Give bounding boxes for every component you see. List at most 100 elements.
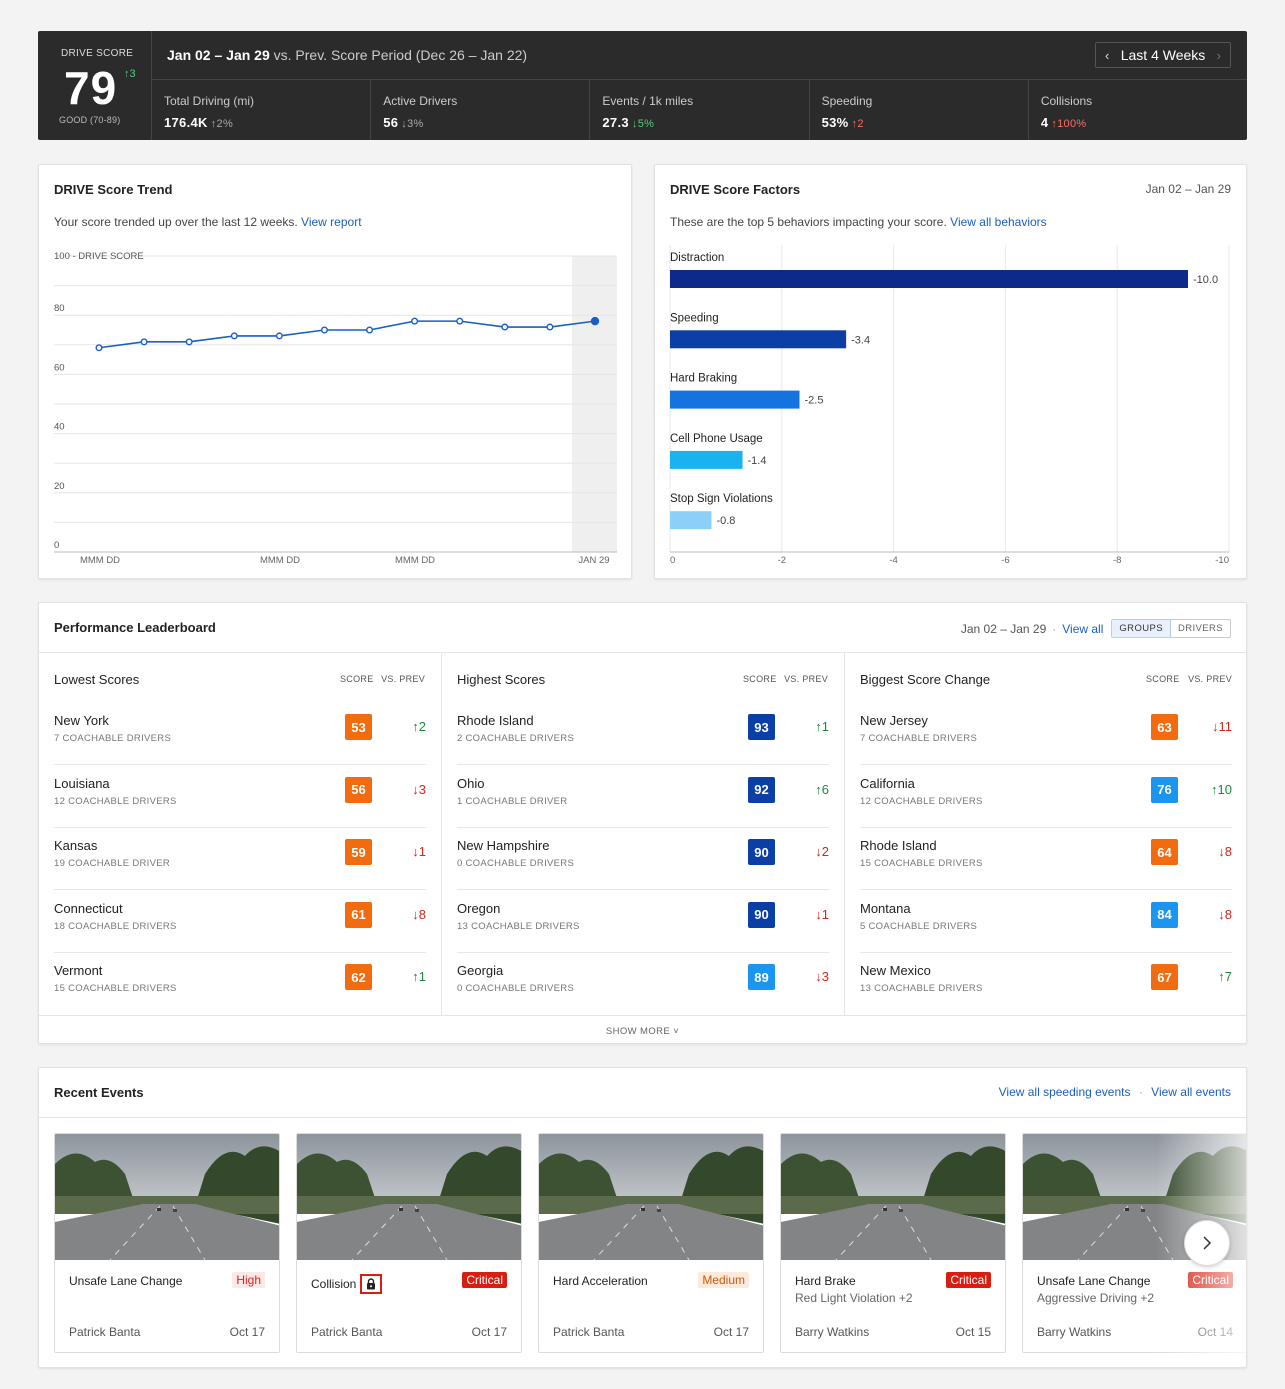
view-speeding-events-link[interactable]: View all speeding events: [999, 1085, 1131, 1099]
driver-name[interactable]: Barry Watkins: [1037, 1325, 1111, 1339]
metric-1: Active Drivers 56 ↓3%: [371, 80, 591, 140]
leaderboard-row[interactable]: New Mexico 13 COACHABLE DRIVERS 67 ↑7: [860, 953, 1232, 1015]
factor-bar[interactable]: [670, 390, 800, 409]
chevron-right-icon[interactable]: ›: [1217, 48, 1221, 63]
trend-point[interactable]: [501, 323, 509, 331]
leaderboard-row[interactable]: Oregon 13 COACHABLE DRIVERS 90 ↓1: [457, 891, 829, 953]
driver-name[interactable]: Patrick Banta: [311, 1325, 382, 1339]
carousel-next-button[interactable]: [1184, 1220, 1230, 1266]
leaderboard-row[interactable]: New Hampshire 0 COACHABLE DRIVERS 90 ↓2: [457, 828, 829, 890]
driver-name[interactable]: Barry Watkins: [795, 1325, 869, 1339]
event-card[interactable]: Unsafe Lane Change High Patrick Banta Oct 1…: [54, 1133, 280, 1353]
metric-value: 176.4K: [164, 115, 208, 130]
event-card[interactable]: Hard Brake Red Light Violation +2 Critical…: [780, 1133, 1006, 1353]
x-tick-label: MMM DD: [395, 555, 435, 566]
score-trend-card: DRIVE Score Trend Your score trended up …: [38, 164, 632, 579]
severity-badge: High: [232, 1272, 265, 1288]
coachable-drivers-count: 15 COACHABLE DRIVERS: [54, 983, 177, 994]
trend-point[interactable]: [456, 317, 464, 325]
factor-label: Speeding: [670, 312, 719, 324]
leaderboard-row[interactable]: Kansas 19 COACHABLE DRIVER 59 ↓1: [54, 828, 426, 890]
event-video-thumbnail[interactable]: [539, 1134, 763, 1261]
leaderboard-title: Performance Leaderboard: [54, 620, 216, 635]
driver-name[interactable]: Patrick Banta: [69, 1325, 140, 1339]
factor-value-label: -0.8: [716, 515, 735, 527]
score-badge: 67: [1151, 964, 1178, 990]
trend-point[interactable]: [546, 323, 554, 331]
trend-point[interactable]: [411, 317, 419, 325]
factor-bar[interactable]: [670, 330, 847, 349]
event-video-thumbnail[interactable]: [55, 1134, 279, 1261]
factor-bar[interactable]: [670, 511, 712, 530]
driver-name[interactable]: Patrick Banta: [553, 1325, 624, 1339]
leaderboard-row[interactable]: Montana 5 COACHABLE DRIVERS 84 ↓8: [860, 891, 1232, 953]
leaderboard-row[interactable]: Louisiana 12 COACHABLE DRIVERS 56 ↓3: [54, 766, 426, 828]
y-tick-label: 20: [54, 481, 65, 492]
metric-delta: ↑2: [851, 118, 864, 130]
events-title: Recent Events: [54, 1085, 144, 1100]
event-thumbnail: [55, 1134, 279, 1261]
leaderboard-row[interactable]: Ohio 1 COACHABLE DRIVER 92 ↑6: [457, 766, 829, 828]
trend-point[interactable]: [140, 338, 148, 346]
coachable-drivers-count: 7 COACHABLE DRIVERS: [860, 733, 978, 744]
x-tick-label: -8: [1113, 555, 1121, 566]
chevron-left-icon[interactable]: ‹: [1105, 48, 1109, 63]
leaderboard-row[interactable]: Georgia 0 COACHABLE DRIVERS 89 ↓3: [457, 953, 829, 1015]
group-name: Connecticut: [54, 900, 123, 916]
drive-score-range: GOOD (70-89): [59, 115, 121, 125]
groups-toggle-button[interactable]: GROUPS: [1112, 620, 1171, 637]
event-type: Collision: [311, 1274, 383, 1294]
metric-3: Speeding 53% ↑2: [810, 80, 1029, 140]
event-thumbnail: [539, 1134, 763, 1261]
metric-value-row: 56 ↓3%: [383, 115, 589, 130]
severity-badge: Medium: [698, 1272, 749, 1288]
show-more-button[interactable]: SHOW MORE ˅: [39, 1015, 1246, 1045]
event-video-thumbnail[interactable]: [297, 1134, 521, 1261]
trend-point[interactable]: [230, 332, 238, 340]
trend-point[interactable]: [320, 326, 328, 334]
factor-bar[interactable]: [670, 450, 743, 469]
factor-bar[interactable]: [670, 270, 1188, 288]
x-tick-label: -6: [1001, 555, 1009, 566]
drivers-toggle-button[interactable]: DRIVERS: [1171, 620, 1230, 637]
score-delta: ↑7: [1218, 969, 1232, 984]
factor-label: Distraction: [670, 252, 724, 264]
coachable-drivers-count: 13 COACHABLE DRIVERS: [860, 983, 983, 994]
trend-point[interactable]: [185, 338, 193, 346]
vs-prev-column-header: VS. PREV: [1188, 674, 1232, 684]
trend-point[interactable]: [275, 332, 283, 340]
date-range-selector[interactable]: ‹ Last 4 Weeks ›: [1095, 42, 1231, 68]
score-badge: 53: [345, 714, 372, 740]
leaderboard-row[interactable]: Rhode Island 2 COACHABLE DRIVERS 93 ↑1: [457, 703, 829, 765]
leaderboard-row[interactable]: Rhode Island 15 COACHABLE DRIVERS 64 ↓8: [860, 828, 1232, 890]
drive-score-label: DRIVE SCORE: [61, 48, 134, 59]
score-trend-chart: 0 20 40 60 80 100 - DRIVE SCORE MMM DD MMM DD MM…: [54, 251, 617, 566]
leaderboard-view-all-link[interactable]: View all: [1062, 622, 1103, 636]
coachable-drivers-count: 0 COACHABLE DRIVERS: [457, 858, 575, 869]
leaderboard-date: Jan 02 – Jan 29: [960, 621, 1047, 636]
leaderboard-row[interactable]: California 12 COACHABLE DRIVERS 76 ↑10: [860, 766, 1232, 828]
trend-point[interactable]: [366, 326, 374, 334]
leaderboard-column: Highest Scores SCORE VS. PREV Rhode Island 2…: [442, 653, 845, 1015]
event-type-label: Unsafe Lane Change: [69, 1274, 183, 1288]
factor-value-label: -10.0: [1193, 274, 1218, 286]
event-video-thumbnail[interactable]: [781, 1134, 1005, 1261]
event-card[interactable]: Hard Acceleration Medium Patrick Banta Oct …: [538, 1133, 764, 1353]
leaderboard-row[interactable]: Connecticut 18 COACHABLE DRIVERS 61 ↓8: [54, 891, 426, 953]
event-card[interactable]: Collision Critical Patrick Banta Oct 17: [296, 1133, 522, 1353]
group-name: Rhode Island: [860, 838, 937, 853]
leaderboard-row[interactable]: New York 7 COACHABLE DRIVERS 53 ↑2: [54, 703, 426, 765]
view-all-events-link[interactable]: View all events: [1151, 1085, 1231, 1099]
drive-score-value: 79: [64, 62, 118, 114]
leaderboard-row[interactable]: Vermont 15 COACHABLE DRIVERS 62 ↑1: [54, 953, 426, 1015]
score-badge: 89: [748, 964, 775, 990]
score-factors-chart: 0 -2 -4 -6 -8 -10 Distraction -10.0 Speeding -3.4…: [669, 245, 1230, 566]
trend-point[interactable]: [590, 316, 600, 326]
trend-point[interactable]: [95, 344, 103, 352]
leaderboard-row[interactable]: New Jersey 7 COACHABLE DRIVERS 63 ↓11: [860, 703, 1232, 765]
factor-label: Stop Sign Violations: [670, 493, 773, 505]
show-more-label: SHOW MORE: [605, 1026, 671, 1037]
lock-icon[interactable]: [360, 1274, 383, 1294]
event-date: Oct 17: [229, 1325, 265, 1339]
event-date: Oct 14: [1197, 1325, 1233, 1339]
